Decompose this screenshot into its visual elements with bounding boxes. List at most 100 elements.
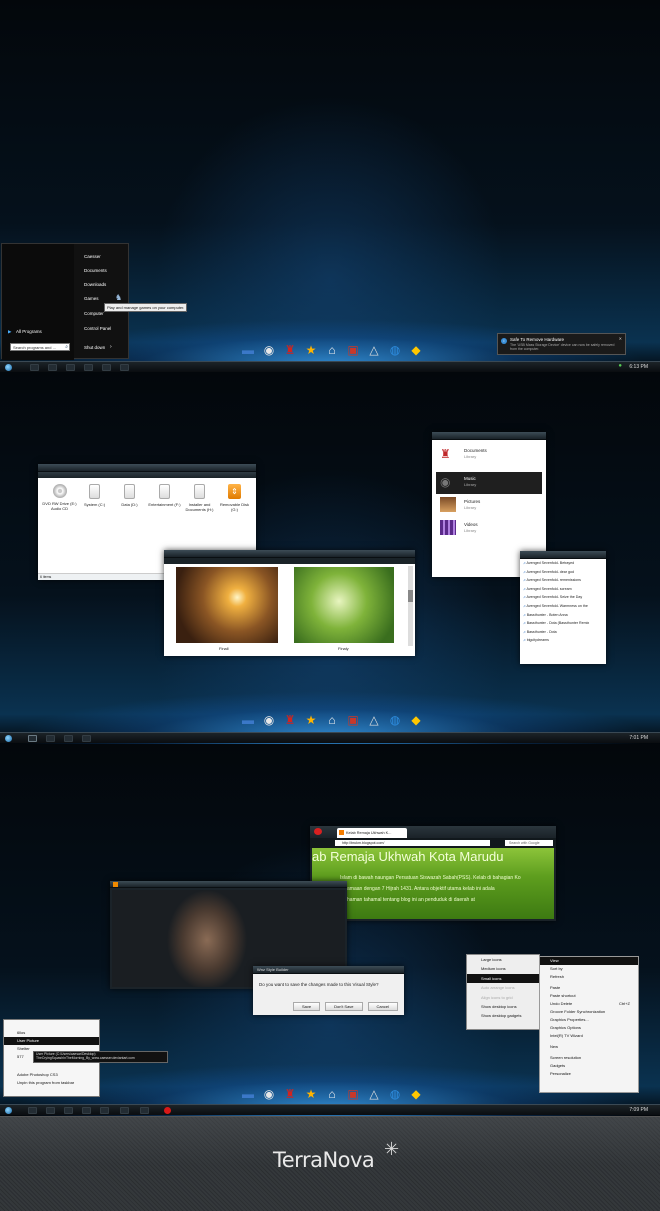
star-icon[interactable]: ★ — [303, 712, 319, 728]
drive-item[interactable]: Installer and Documents (H:) — [182, 484, 217, 512]
menu-item-gadgets[interactable]: Gadgets — [540, 1062, 638, 1070]
menu-item-view[interactable]: View — [540, 957, 638, 965]
cancel-button[interactable]: Cancel — [367, 1002, 398, 1011]
taskbar-button[interactable] — [30, 364, 39, 371]
song-item[interactable]: ♫ Bassthunter - Dota (Bassthunter Remix — [523, 621, 605, 630]
window-titlebar[interactable] — [38, 464, 256, 472]
menu-item-undo-delete[interactable]: Undo Delete Ctrl+Z — [540, 1000, 638, 1008]
clock[interactable]: 7:09 PM — [629, 1107, 648, 1113]
menu-item-screen-resolution[interactable]: Screen resolution — [540, 1054, 638, 1062]
taskbar-button[interactable] — [120, 1107, 129, 1114]
taskbar-button[interactable] — [66, 364, 75, 371]
triangle-icon[interactable]: △ — [366, 712, 382, 728]
drive-item[interactable]: DVD RW Drive (E:) Audio CD — [42, 484, 77, 512]
start-search-box[interactable]: Search programs and ... ⌕ — [10, 343, 70, 351]
star-icon[interactable]: ★ — [303, 1086, 319, 1102]
taskbar-button[interactable] — [48, 364, 57, 371]
taskbar-button[interactable] — [120, 364, 129, 371]
triangle-icon[interactable]: △ — [366, 1086, 382, 1102]
scrollbar-thumb[interactable] — [408, 590, 413, 602]
library-item-documents[interactable]: ♜ Documents Library — [436, 444, 542, 466]
drive-item[interactable]: System (C:) — [77, 484, 112, 512]
folder-icon[interactable]: ▬ — [240, 1086, 256, 1102]
browser-tab[interactable]: Kelab Remaja Ukhwah K... — [337, 828, 407, 838]
clock[interactable]: 6:13 PM — [629, 364, 648, 370]
dialog-titlebar[interactable]: Wnz Style Builder — [253, 966, 404, 974]
home-icon[interactable]: ⌂ — [324, 1086, 340, 1102]
unpin-item[interactable]: Unpin this program from taskbar — [4, 1079, 99, 1087]
jumplist-item-selected[interactable]: User Picture — [4, 1037, 99, 1045]
menu-item-graphics-properties[interactable]: Graphics Properties... — [540, 1016, 638, 1024]
window-titlebar[interactable] — [432, 432, 546, 440]
menu-item-groove-sync[interactable]: Groove Folder Synchronization — [540, 1008, 638, 1016]
start-orb-icon[interactable] — [5, 735, 12, 742]
menu-item-show-desktop-icons[interactable]: Show desktop icons — [467, 1002, 539, 1011]
warning-sign-icon[interactable]: ◆ — [408, 1086, 424, 1102]
chair-icon[interactable]: ♜ — [282, 342, 298, 358]
record-icon[interactable] — [164, 1107, 171, 1114]
song-item[interactable]: ♫ Bassthunter - Boten Anna — [523, 613, 605, 622]
jumplist-app[interactable]: Adobe Photoshop CS3 — [4, 1071, 99, 1079]
library-item-videos[interactable]: Videos Library — [436, 518, 542, 540]
taskbar-button[interactable] — [28, 735, 37, 742]
menu-item-paste[interactable]: Paste — [540, 984, 638, 992]
window-titlebar[interactable] — [110, 881, 347, 888]
start-item-downloads[interactable]: Downloads — [84, 282, 106, 287]
start-item-caesser[interactable]: Caesser — [84, 254, 101, 259]
shutdown-arrow-icon[interactable]: › — [110, 344, 112, 350]
taskbar-button[interactable] — [102, 364, 111, 371]
menu-item-medium-icons[interactable]: Medium icons — [467, 964, 539, 973]
taskbar-button[interactable] — [46, 735, 55, 742]
menu-item-auto-arrange[interactable]: Auto arrange icons — [467, 983, 539, 992]
menu-item-show-gadgets[interactable]: Show desktop gadgets — [467, 1011, 539, 1020]
drive-item[interactable]: ⇕ Removable Disk (G:) — [217, 484, 252, 512]
window-titlebar[interactable] — [520, 551, 606, 559]
chair-icon[interactable]: ♜ — [282, 712, 298, 728]
taskbar-button[interactable] — [84, 364, 93, 371]
window-titlebar[interactable] — [164, 550, 415, 558]
taskbar-button[interactable] — [100, 1107, 109, 1114]
browser-search-field[interactable]: Search with Google — [505, 840, 553, 846]
photo-thumbnail[interactable] — [294, 567, 394, 643]
globe-icon[interactable]: ◍ — [387, 1086, 403, 1102]
globe-icon[interactable]: ◍ — [387, 712, 403, 728]
menu-item-tv-wizard[interactable]: Intel(R) TV Wizard — [540, 1032, 638, 1040]
library-item-pictures[interactable]: Pictures Library — [436, 495, 542, 517]
menu-item-refresh[interactable]: Refresh — [540, 973, 638, 981]
save-button[interactable]: Save — [292, 1002, 321, 1011]
star-icon[interactable]: ★ — [303, 342, 319, 358]
warning-sign-icon[interactable]: ◆ — [408, 712, 424, 728]
triangle-icon[interactable]: △ — [366, 342, 382, 358]
menu-item-graphics-options[interactable]: Graphics Options — [540, 1024, 638, 1032]
library-item-music[interactable]: ◉ Music Library — [436, 472, 542, 494]
menu-item-small-icons[interactable]: Small icons — [467, 973, 539, 984]
menu-item-large-icons[interactable]: Large icons — [467, 955, 539, 964]
song-item[interactable]: ♫ Avenged Sevenfold- dear god — [523, 570, 605, 579]
dont-save-button[interactable]: Don't Save — [325, 1002, 363, 1011]
song-item[interactable]: ♫ Avenged Sevenfold- Betrayed — [523, 561, 605, 570]
easel-icon[interactable]: ▣ — [345, 712, 361, 728]
browser-logo-icon[interactable] — [314, 828, 322, 835]
scrollbar[interactable] — [408, 566, 413, 646]
song-item[interactable]: ♫ Avenged Sevenfold- Warmness on the — [523, 604, 605, 613]
clock[interactable]: 7:01 PM — [629, 735, 648, 741]
chair-icon[interactable]: ♜ — [282, 1086, 298, 1102]
song-item[interactable]: ♫ Avenged Sevenfold- scream — [523, 587, 605, 596]
start-item-computer[interactable]: Computer — [84, 311, 104, 316]
home-icon[interactable]: ⌂ — [324, 342, 340, 358]
taskbar-button[interactable] — [64, 1107, 73, 1114]
menu-item-align-grid[interactable]: Align icons to grid — [467, 993, 539, 1002]
cd-icon[interactable]: ◉ — [261, 1086, 277, 1102]
menu-item-paste-shortcut[interactable]: Paste shortcut — [540, 992, 638, 1000]
drive-item[interactable]: Entertainment (F:) — [147, 484, 182, 512]
close-icon[interactable]: ✕ — [619, 336, 622, 341]
start-item-control-panel[interactable]: Control Panel — [84, 326, 111, 331]
menu-item-personalize[interactable]: Personalize — [540, 1070, 638, 1078]
song-item[interactable]: ♫ Avenged Sevenfold- Seize the Day — [523, 595, 605, 604]
easel-icon[interactable]: ▣ — [345, 342, 361, 358]
cd-icon[interactable]: ◉ — [261, 342, 277, 358]
taskbar-button[interactable] — [82, 735, 91, 742]
start-item-games[interactable]: Games — [84, 296, 99, 301]
jumplist-item[interactable]: 6llos — [4, 1029, 99, 1037]
taskbar-button[interactable] — [28, 1107, 37, 1114]
